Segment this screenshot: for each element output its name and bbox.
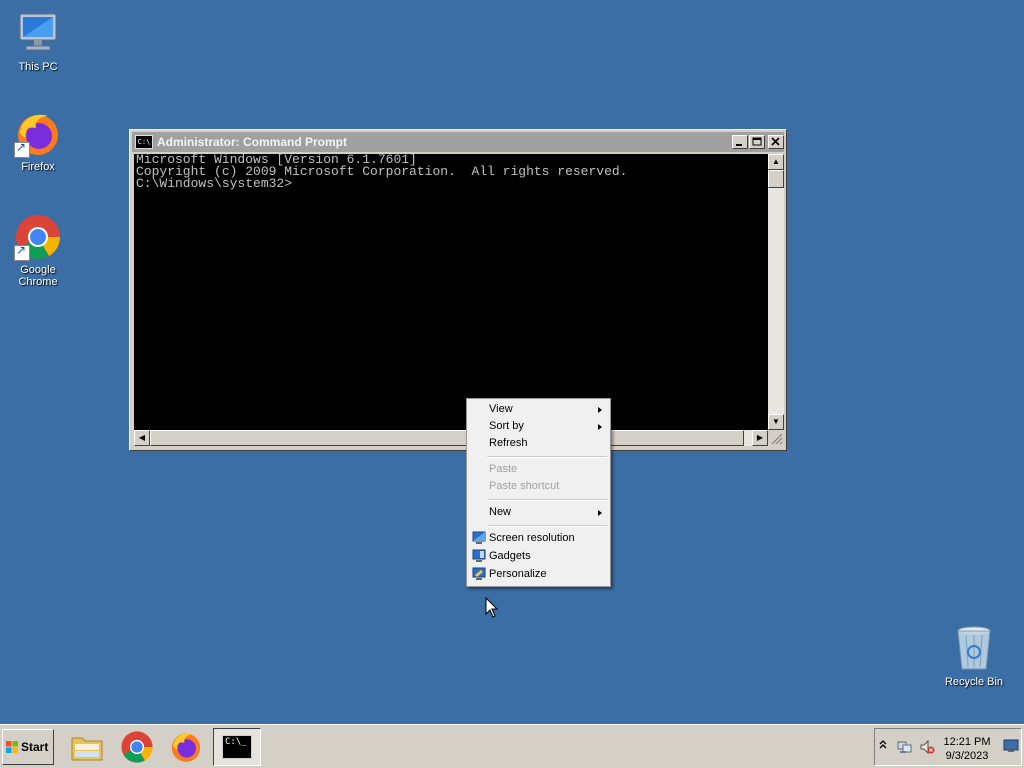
clock-date: 9/3/2023 [945,750,989,762]
menu-item-new[interactable]: New [469,504,608,521]
taskbar: Start C:\_ 12:21 PM 9/3/2023 [0,724,1024,768]
minimize-icon [736,144,742,146]
show-hidden-icons-button[interactable] [879,739,887,754]
desktop-icon-label: This PC [18,61,58,73]
menu-item-view[interactable]: View [469,401,608,418]
vertical-scrollbar[interactable]: ▲ ▼ [768,154,784,430]
menu-item-personalize[interactable]: Personalize [469,566,608,583]
command-prompt-window[interactable]: C:\ Administrator: Command Prompt Micros… [129,129,787,451]
menu-item-paste-shortcut: Paste shortcut [489,480,560,492]
desktop-context-menu: View Sort by Refresh Paste Paste shortcu… [466,398,611,587]
vertical-scroll-thumb[interactable] [768,170,784,188]
network-icon[interactable] [897,739,913,755]
maximize-button[interactable] [749,135,765,149]
menu-item-screen-resolution[interactable]: Screen resolution [469,530,608,547]
computer-icon [14,10,62,58]
minimize-button[interactable] [732,135,748,149]
screen-resolution-icon [472,531,486,544]
desktop-icon-label: Firefox [21,161,55,173]
recycle-bin-icon [950,625,998,673]
taskbar-file-explorer[interactable] [65,728,109,766]
console-output[interactable]: Microsoft Windows [Version 6.1.7601] Copy… [134,154,768,430]
taskbar-firefox[interactable] [164,728,208,766]
submenu-arrow-icon [598,510,602,516]
shortcut-arrow-icon [14,140,30,158]
scroll-left-button[interactable]: ◀ [134,430,150,446]
desktop-icon-recycle-bin[interactable]: Recycle Bin [936,625,1012,688]
horizontal-scrollbar[interactable]: ◀ ▶ [134,430,768,446]
windows-logo-icon [6,741,18,753]
resize-grip-icon [771,433,783,445]
horizontal-scroll-thumb[interactable] [150,430,744,446]
menu-item-gadgets[interactable]: Gadgets [469,548,608,565]
menu-item-paste: Paste [489,463,518,475]
desktop-icon-label: Recycle Bin [944,676,1004,688]
cmd-icon: C:\_ [222,735,252,759]
maximize-icon [752,137,762,146]
volume-muted-icon[interactable] [919,739,935,755]
menu-separator [487,456,607,458]
mouse-cursor-icon [485,597,499,618]
menu-item-refresh[interactable]: Refresh [469,435,608,452]
gadgets-icon [472,549,486,562]
clock-time: 12:21 PM [943,736,991,748]
resize-grip[interactable] [768,430,784,446]
submenu-arrow-icon [598,424,602,430]
chrome-icon [14,213,62,261]
console-prompt: C:\Windows\system32> [136,176,293,191]
window-title: Administrator: Command Prompt [157,135,348,149]
desktop-icon-firefox[interactable]: Firefox [0,110,76,173]
chevron-up-icon [879,740,887,749]
taskbar-command-prompt[interactable]: C:\_ [213,728,261,766]
menu-separator [487,499,607,501]
desktop-icon-this-pc[interactable]: This PC [0,10,76,73]
shortcut-arrow-icon [14,243,30,261]
firefox-icon [14,110,62,158]
scroll-up-button[interactable]: ▲ [768,154,784,170]
desktop-icon-google-chrome[interactable]: Google Chrome [0,213,76,288]
system-tray: 12:21 PM 9/3/2023 [874,728,1022,766]
cmd-icon[interactable]: C:\ [135,135,153,149]
folder-icon [71,737,103,761]
menu-item-sort-by[interactable]: Sort by [469,418,608,435]
show-desktop-icon[interactable] [1003,739,1019,753]
close-button[interactable] [768,135,784,149]
submenu-arrow-icon [598,407,602,413]
start-button[interactable]: Start [2,729,54,765]
scroll-down-button[interactable]: ▼ [768,414,784,430]
desktop-icon-label: Google Chrome [18,264,58,288]
chrome-icon [121,731,153,763]
close-icon [771,137,780,146]
firefox-icon [171,733,201,762]
scroll-right-button[interactable]: ▶ [752,430,768,446]
window-titlebar[interactable]: C:\ Administrator: Command Prompt [132,132,784,152]
menu-separator [487,525,607,527]
clock[interactable]: 12:21 PM 9/3/2023 [937,735,997,763]
taskbar-google-chrome[interactable] [115,728,159,766]
personalize-icon [472,567,486,580]
